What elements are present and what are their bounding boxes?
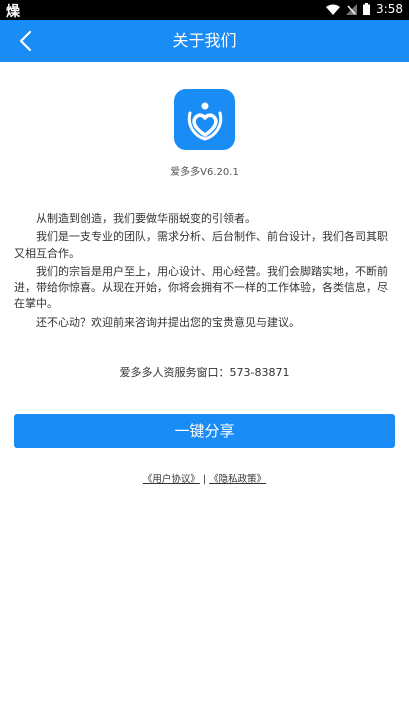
heart-person-icon xyxy=(187,102,222,141)
status-bar: 燥 3:58 xyxy=(0,0,409,20)
intro-paragraph: 还不心动？欢迎前来咨询并提出您的宝贵意见与建议。 xyxy=(36,315,300,329)
app-logo xyxy=(174,89,235,150)
status-app-glyph: 燥 xyxy=(6,4,20,20)
legal-links: 《用户协议》 | 《隐私政策》 xyxy=(0,471,409,485)
intro-paragraph: 从制造到创造，我们要做华丽蜕变的引领者。 xyxy=(36,212,256,225)
navigation-bar: 关于我们 xyxy=(0,20,409,62)
signal-icon xyxy=(346,3,358,15)
page-title: 关于我们 xyxy=(172,31,237,50)
about-intro: 从制造到创造，我们要做华丽蜕变的引领者。 我们是一支专业的团队，需求分析、后台制… xyxy=(14,211,394,333)
chevron-left-icon xyxy=(19,30,32,52)
contact-line: 爱多多人资服务窗口：573-83871 xyxy=(119,366,290,379)
share-button[interactable]: 一键分享 xyxy=(14,414,395,448)
user-agreement-link[interactable]: 《用户协议》 xyxy=(143,474,200,485)
status-icons: 3:58 xyxy=(326,2,403,16)
intro-paragraph: 我们的宗旨是用户至上，用心设计、用心经营。我们会脚踏实地，不断前进，带给你惊喜。… xyxy=(14,264,388,311)
privacy-policy-link[interactable]: 《隐私政策》 xyxy=(209,474,266,485)
version-label: 爱多多V6.20.1 xyxy=(170,167,239,178)
status-time: 3:58 xyxy=(376,2,403,16)
links-separator: | xyxy=(199,474,210,485)
wifi-icon xyxy=(326,4,341,15)
intro-paragraph: 我们是一支专业的团队，需求分析、后台制作、前台设计，我们各司其职又相互合作。 xyxy=(14,230,388,260)
battery-icon xyxy=(363,3,371,15)
back-button[interactable] xyxy=(8,24,42,58)
